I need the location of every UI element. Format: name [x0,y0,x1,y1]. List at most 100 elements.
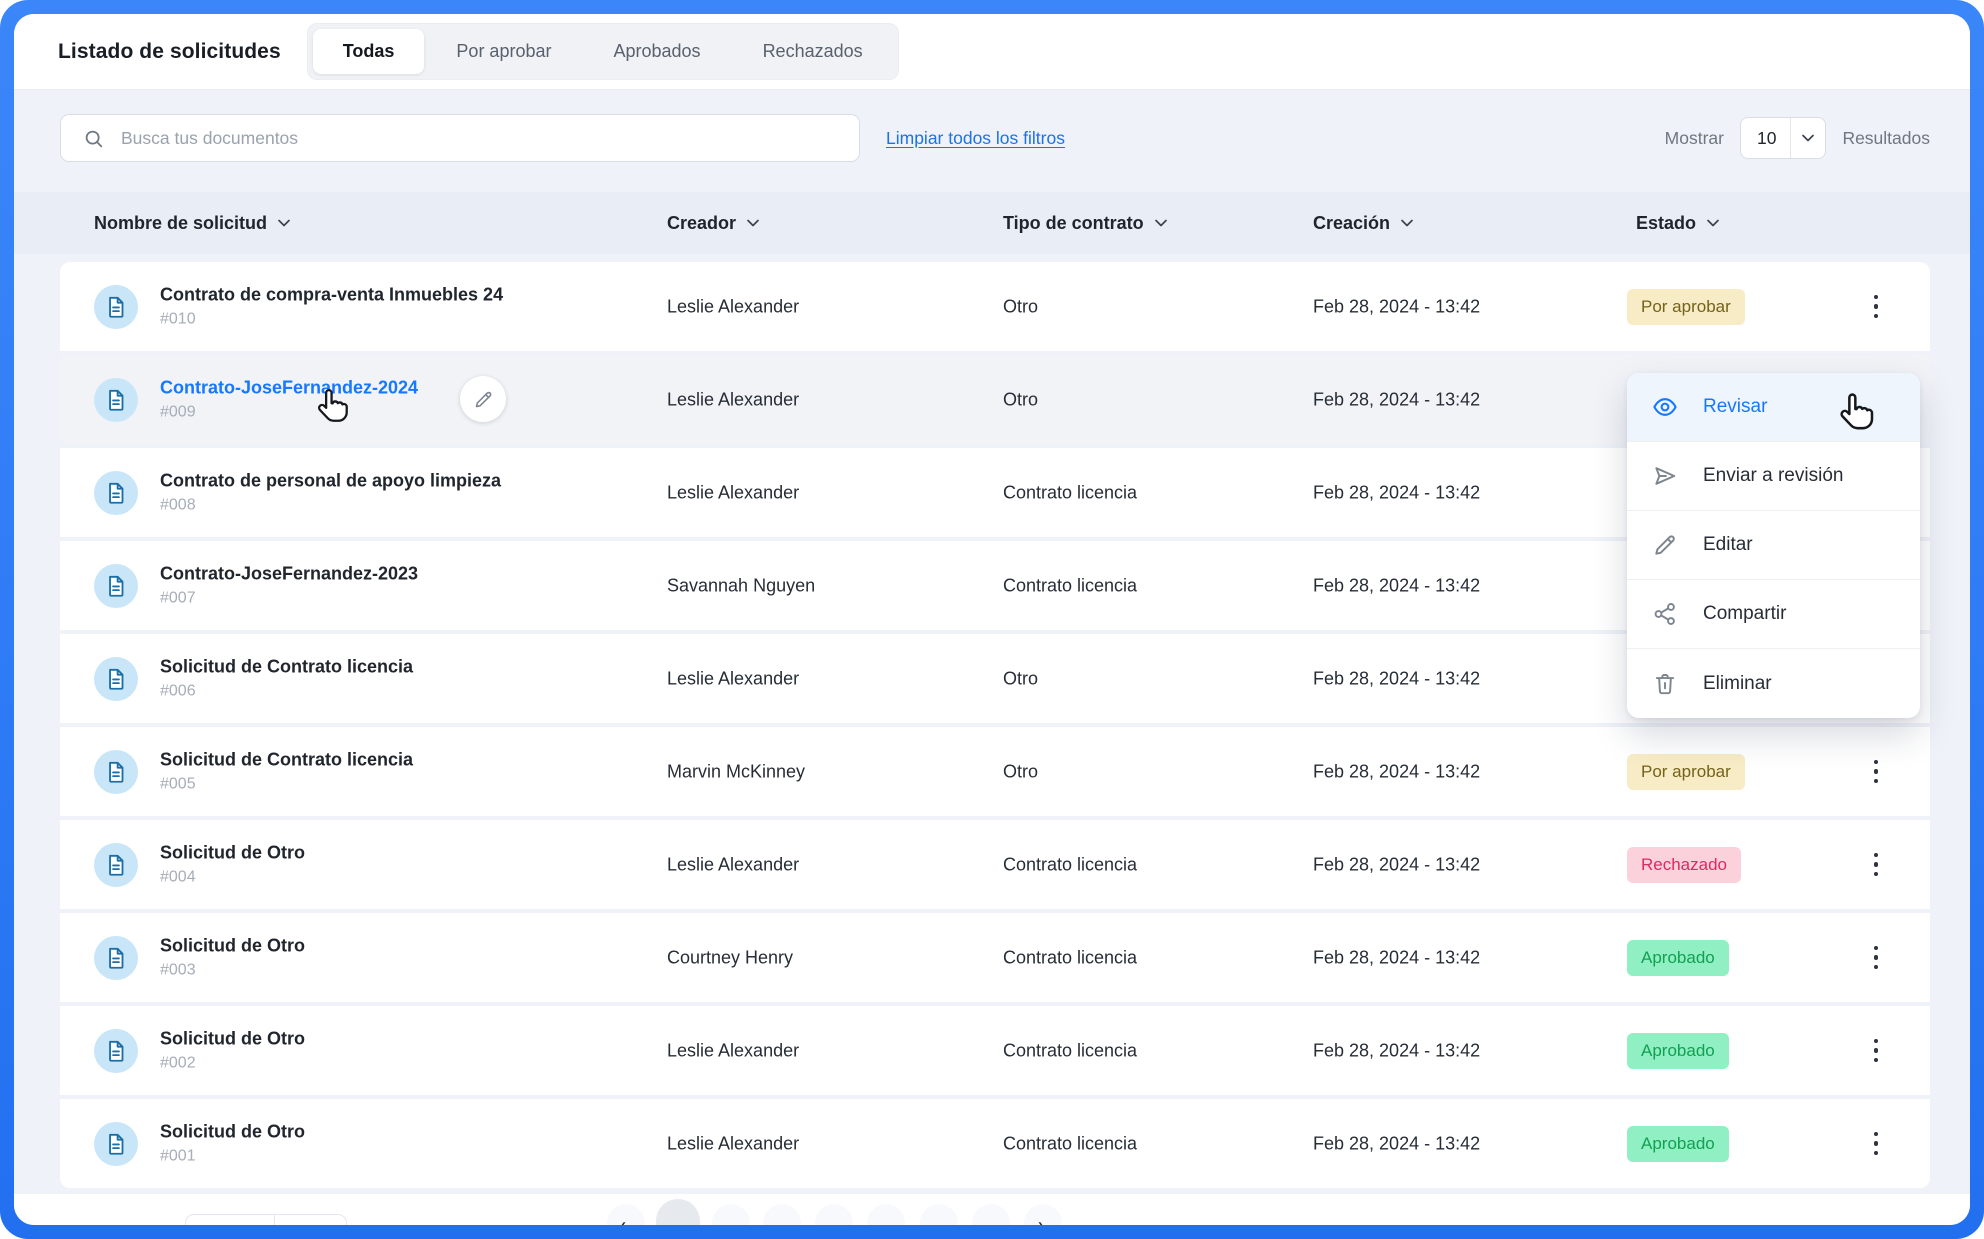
results-label: Resultados [1842,128,1930,149]
creator-cell: Leslie Alexander [667,296,799,317]
table-row[interactable]: Solicitud de Otro#002 Leslie Alexander C… [60,1006,1930,1095]
sort-chevron-icon [1154,218,1168,228]
table-row[interactable]: Contrato de compra-venta Inmuebles 24 #01… [60,262,1930,351]
type-cell: Contrato licencia [1003,482,1137,503]
table-row[interactable]: Solicitud de Otro#001 Leslie Alexander C… [60,1099,1930,1188]
app-header: Listado de solicitudes Todas Por aprobar… [14,14,1970,90]
type-cell: Otro [1003,296,1038,317]
menu-item-eliminar[interactable]: Eliminar [1627,649,1920,718]
document-name[interactable]: Solicitud de Otro [160,1028,305,1050]
trash-icon [1651,670,1679,698]
column-header-tipo[interactable]: Tipo de contrato [1003,192,1168,254]
document-name[interactable]: Solicitud de Otro [160,842,305,864]
eye-icon [1651,393,1679,421]
type-cell: Otro [1003,761,1038,782]
date-cell: Feb 28, 2024 - 13:42 [1313,482,1480,503]
tab-aprobados[interactable]: Aprobados [583,29,730,74]
row-actions-button[interactable] [1858,289,1894,325]
page-title: Listado de solicitudes [58,40,281,64]
page-size-select[interactable]: 10 [1740,117,1826,159]
chevron-right-icon: › [1038,1216,1043,1225]
document-id: #005 [160,776,413,794]
creator-cell: Courtney Henry [667,947,793,968]
type-cell: Contrato licencia [1003,947,1137,968]
menu-item-enviar-a-revision[interactable]: Enviar a revisión [1627,442,1920,511]
type-cell: Contrato licencia [1003,1133,1137,1154]
document-id: #001 [160,1148,305,1166]
pagination-next-button[interactable] [1024,1204,1062,1225]
search-input[interactable] [61,115,859,161]
row-actions-button[interactable] [1858,754,1894,790]
pagination-prev-button[interactable] [607,1204,645,1225]
pagination-page-button[interactable] [815,1204,853,1225]
status-badge: Aprobado [1627,1126,1729,1162]
document-name[interactable]: Contrato de personal de apoyo limpieza [160,470,501,492]
creator-cell: Savannah Nguyen [667,575,815,596]
pagination-page-button[interactable] [920,1204,958,1225]
document-name[interactable]: Contrato de compra-venta Inmuebles 24 [160,284,503,306]
date-cell: Feb 28, 2024 - 13:42 [1313,854,1480,875]
document-name[interactable]: Solicitud de Otro [160,1121,305,1143]
row-actions-button[interactable] [1858,1126,1894,1162]
status-badge: Por aprobar [1627,289,1745,325]
date-cell: Feb 28, 2024 - 13:42 [1313,296,1480,317]
document-icon [94,750,138,794]
status-badge: Aprobado [1627,1033,1729,1069]
row-actions-button[interactable] [1858,1033,1894,1069]
document-icon [94,657,138,701]
share-icon [1651,600,1679,628]
document-name-link[interactable]: Contrato-JoseFernandez-2024 [160,377,418,399]
table-row[interactable]: Solicitud de Otro #004 Leslie Alexander C… [60,820,1930,909]
pagination-page-button[interactable] [867,1204,905,1225]
column-header-nombre[interactable]: Nombre de solicitud [94,192,291,254]
chevron-down-icon [1790,118,1825,158]
document-name[interactable]: Solicitud de Otro [160,935,305,957]
document-name[interactable]: Solicitud de Contrato licencia [160,749,413,771]
clear-filters-link[interactable]: Limpiar todos los filtros [886,128,1065,149]
document-name[interactable]: Solicitud de Contrato licencia [160,656,413,678]
document-id: #004 [160,869,305,887]
edit-name-button[interactable] [460,376,506,422]
date-cell: Feb 28, 2024 - 13:42 [1313,575,1480,596]
table-row[interactable]: Solicitud de Contrato licencia#005 Marvi… [60,727,1930,816]
column-header-creador[interactable]: Creador [667,192,760,254]
chevron-left-icon: ‹ [621,1216,626,1225]
document-icon [94,471,138,515]
menu-item-compartir[interactable]: Compartir [1627,580,1920,649]
date-cell: Feb 28, 2024 - 13:42 [1313,761,1480,782]
document-name[interactable]: Contrato-JoseFernandez-2023 [160,563,418,585]
sort-chevron-icon [1400,218,1414,228]
show-label: Mostrar [1665,128,1724,149]
document-id: #002 [160,1055,305,1073]
menu-item-editar[interactable]: Editar [1627,511,1920,580]
tab-por-aprobar[interactable]: Por aprobar [426,29,581,74]
pagination-page-button[interactable] [972,1204,1010,1225]
pagination-page-button[interactable] [656,1199,700,1225]
document-icon [94,1029,138,1073]
document-icon [94,378,138,422]
creator-cell: Leslie Alexander [667,854,799,875]
pagination-prev-next-group[interactable] [185,1214,347,1225]
pagination-page-button[interactable] [763,1204,801,1225]
menu-item-revisar[interactable]: Revisar [1627,373,1920,442]
status-badge: Aprobado [1627,940,1729,976]
type-cell: Contrato licencia [1003,854,1137,875]
table-header: Nombre de solicitud Creador Tipo de cont… [14,192,1970,254]
row-actions-button[interactable] [1858,940,1894,976]
tab-rechazados[interactable]: Rechazados [733,29,893,74]
type-cell: Contrato licencia [1003,575,1137,596]
tab-todas[interactable]: Todas [313,29,425,74]
column-header-creacion[interactable]: Creación [1313,192,1414,254]
creator-cell: Leslie Alexander [667,482,799,503]
sort-chevron-icon [746,218,760,228]
date-cell: Feb 28, 2024 - 13:42 [1313,1040,1480,1061]
row-actions-button[interactable] [1858,847,1894,883]
table-row[interactable]: Solicitud de Otro#003 Courtney Henry Con… [60,913,1930,1002]
date-cell: Feb 28, 2024 - 13:42 [1313,1133,1480,1154]
pagination-page-button[interactable] [712,1204,750,1225]
document-icon [94,936,138,980]
page-size-value: 10 [1741,128,1790,149]
document-id: #010 [160,311,503,329]
row-context-menu: Revisar Enviar a revisión Editar Compart… [1627,373,1920,718]
column-header-estado[interactable]: Estado [1636,192,1720,254]
